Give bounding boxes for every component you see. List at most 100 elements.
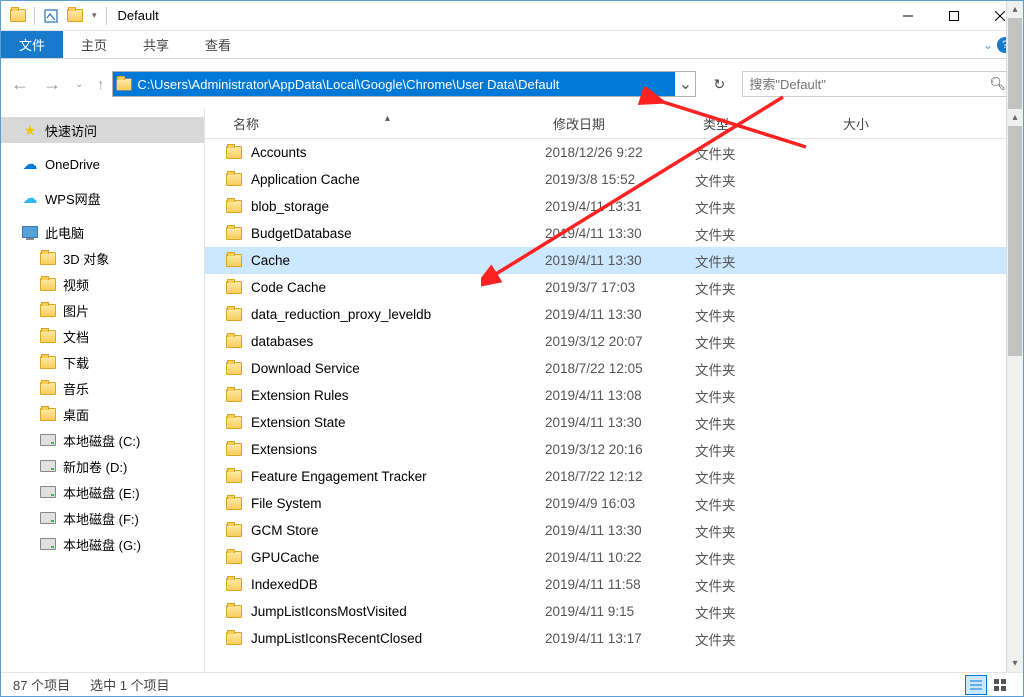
scroll-up-icon[interactable]: ▴ (1007, 109, 1023, 126)
file-type: 文件夹 (695, 170, 835, 190)
drive-icon (39, 535, 57, 553)
qat-customize-icon[interactable]: ▾ (88, 10, 101, 21)
tab-home[interactable]: 主页 (63, 31, 125, 58)
refresh-button[interactable]: ↻ (704, 76, 734, 93)
file-date: 2018/7/22 12:12 (545, 469, 695, 484)
file-type: 文件夹 (695, 629, 835, 649)
sidebar-item[interactable]: 视频 (1, 271, 204, 297)
file-tab[interactable]: 文件 (1, 31, 63, 58)
status-selection: 选中 1 个项目 (90, 675, 169, 694)
up-button[interactable]: ↑ (97, 76, 104, 92)
search-icon[interactable]: 🔍︎ (989, 76, 1006, 92)
back-button[interactable]: ← (11, 74, 29, 95)
sidebar-item[interactable]: 3D 对象 (1, 245, 204, 271)
star-icon (21, 121, 39, 139)
file-name: GCM Store (251, 523, 319, 538)
file-row[interactable]: Extension Rules2019/4/11 13:08文件夹 (205, 382, 1023, 409)
folder-icon (225, 441, 243, 459)
file-row[interactable]: Feature Engagement Tracker2018/7/22 12:1… (205, 463, 1023, 490)
sidebar-item[interactable]: 新加卷 (D:) (1, 453, 204, 479)
sidebar-item[interactable]: 本地磁盘 (G:) (1, 531, 204, 557)
file-row[interactable]: blob_storage2019/4/11 13:31文件夹 (205, 193, 1023, 220)
file-row[interactable]: Cache2019/4/11 13:30文件夹 (205, 247, 1023, 274)
tab-share[interactable]: 共享 (125, 31, 187, 58)
file-row[interactable]: BudgetDatabase2019/4/11 13:30文件夹 (205, 220, 1023, 247)
address-path[interactable]: C:\Users\Administrator\AppData\Local\Goo… (133, 77, 675, 92)
filelist-scrollbar[interactable]: ▴ ▾ (1006, 109, 1023, 672)
maximize-button[interactable] (931, 1, 977, 31)
tab-view[interactable]: 查看 (187, 31, 249, 58)
recent-dropdown-icon[interactable]: ⌄ (75, 79, 83, 90)
file-type: 文件夹 (695, 197, 835, 217)
sidebar-item-label: 文档 (63, 327, 89, 346)
file-type: 文件夹 (695, 548, 835, 568)
file-row[interactable]: File System2019/4/9 16:03文件夹 (205, 490, 1023, 517)
view-large-button[interactable] (989, 675, 1011, 695)
file-type: 文件夹 (695, 575, 835, 595)
file-row[interactable]: Extensions2019/3/12 20:16文件夹 (205, 436, 1023, 463)
sidebar-item[interactable]: 本地磁盘 (E:) (1, 479, 204, 505)
file-row[interactable]: Extension State2019/4/11 13:30文件夹 (205, 409, 1023, 436)
address-bar[interactable]: C:\Users\Administrator\AppData\Local\Goo… (112, 71, 696, 97)
minimize-button[interactable] (885, 1, 931, 31)
file-row[interactable]: Application Cache2019/3/8 15:52文件夹 (205, 166, 1023, 193)
sidebar-item[interactable]: 文档 (1, 323, 204, 349)
sidebar-item-label: 本地磁盘 (F:) (63, 509, 139, 528)
file-row[interactable]: Download Service2018/7/22 12:05文件夹 (205, 355, 1023, 382)
sidebar-item[interactable]: 本地磁盘 (C:) (1, 427, 204, 453)
sidebar-item[interactable]: 本地磁盘 (F:) (1, 505, 204, 531)
file-row[interactable]: JumpListIconsRecentClosed2019/4/11 13:17… (205, 625, 1023, 652)
file-row[interactable]: IndexedDB2019/4/11 11:58文件夹 (205, 571, 1023, 598)
file-date: 2019/3/12 20:16 (545, 442, 695, 457)
sidebar-onedrive[interactable]: OneDrive (1, 151, 204, 177)
sidebar-wps[interactable]: WPS网盘 (1, 185, 204, 211)
file-name: GPUCache (251, 550, 319, 565)
sidebar-this-pc[interactable]: 此电脑 (1, 219, 204, 245)
column-size[interactable]: 大小 (835, 114, 935, 133)
column-name[interactable]: 名称 ▴ (225, 114, 545, 133)
folder-icon (225, 414, 243, 432)
file-date: 2019/4/11 13:17 (545, 631, 695, 646)
onedrive-icon (21, 155, 39, 173)
file-row[interactable]: databases2019/3/12 20:07文件夹 (205, 328, 1023, 355)
ribbon-expand-icon[interactable]: ⌄ (983, 38, 993, 52)
folder-icon (39, 379, 57, 397)
search-input[interactable] (749, 77, 989, 92)
column-type[interactable]: 类型 (695, 114, 835, 133)
file-row[interactable]: Code Cache2019/3/7 17:03文件夹 (205, 274, 1023, 301)
file-type: 文件夹 (695, 413, 835, 433)
app-icon[interactable] (7, 5, 29, 27)
file-date: 2018/7/22 12:05 (545, 361, 695, 376)
file-row[interactable]: GCM Store2019/4/11 13:30文件夹 (205, 517, 1023, 544)
qat-properties-icon[interactable] (40, 5, 62, 27)
navigation-pane[interactable]: 快速访问 OneDrive WPS网盘 此电脑 3D 对象视频图片文档下载音乐桌… (1, 109, 205, 672)
sidebar-item-label: 本地磁盘 (C:) (63, 431, 140, 450)
sidebar-item[interactable]: 桌面 (1, 401, 204, 427)
folder-icon (225, 144, 243, 162)
forward-button[interactable]: → (43, 74, 61, 95)
file-type: 文件夹 (695, 467, 835, 487)
file-row[interactable]: JumpListIconsMostVisited2019/4/11 9:15文件… (205, 598, 1023, 625)
file-row[interactable]: GPUCache2019/4/11 10:22文件夹 (205, 544, 1023, 571)
sidebar-item[interactable]: 音乐 (1, 375, 204, 401)
sidebar-item-label: 本地磁盘 (E:) (63, 483, 140, 502)
sidebar-item[interactable]: 图片 (1, 297, 204, 323)
file-type: 文件夹 (695, 278, 835, 298)
address-dropdown-icon[interactable]: ⌄ (675, 72, 695, 96)
folder-icon (39, 405, 57, 423)
sidebar-item[interactable]: 下载 (1, 349, 204, 375)
scroll-down-icon[interactable]: ▾ (1007, 655, 1023, 672)
column-date[interactable]: 修改日期 (545, 114, 695, 133)
folder-icon (39, 301, 57, 319)
view-details-button[interactable] (965, 675, 987, 695)
scroll-thumb[interactable] (1008, 126, 1022, 356)
file-row[interactable]: Accounts2018/12/26 9:22文件夹 (205, 139, 1023, 166)
sidebar-quick-access[interactable]: 快速访问 (1, 117, 204, 143)
folder-icon (225, 549, 243, 567)
search-box[interactable]: 🔍︎ (742, 71, 1013, 97)
file-row[interactable]: data_reduction_proxy_leveldb2019/4/11 13… (205, 301, 1023, 328)
qat-newfolder-icon[interactable] (64, 5, 86, 27)
file-type: 文件夹 (695, 386, 835, 406)
file-list[interactable]: 名称 ▴ 修改日期 类型 大小 Accounts2018/12/26 9:22文… (205, 109, 1023, 672)
ribbon-tabs: 文件 主页 共享 查看 ⌄ ? (1, 31, 1023, 59)
